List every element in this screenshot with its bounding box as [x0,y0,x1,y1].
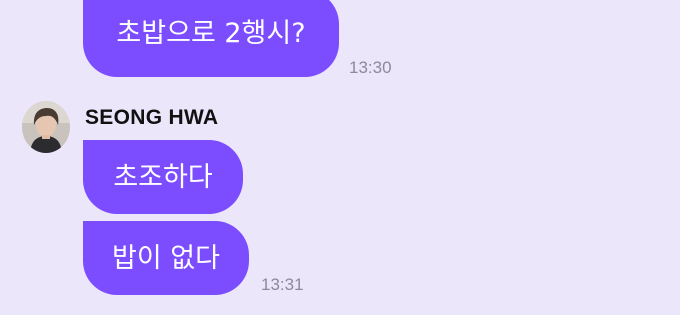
message-text: 초밥으로 2행시? [116,18,306,49]
contact-name: SEONG HWA [85,106,219,129]
message-bubble-received[interactable]: 밥이 없다 [83,221,249,295]
message-bubble-sent[interactable]: 초밥으로 2행시? [83,0,339,77]
profile-photo-icon [22,101,70,153]
message-timestamp: 13:30 [349,58,392,77]
message-text: 초조하다 [113,161,213,193]
contact-avatar[interactable] [22,101,70,153]
message-bubble-received[interactable]: 초조하다 [83,140,243,214]
message-text: 밥이 없다 [112,242,220,274]
message-timestamp: 13:31 [261,275,304,294]
